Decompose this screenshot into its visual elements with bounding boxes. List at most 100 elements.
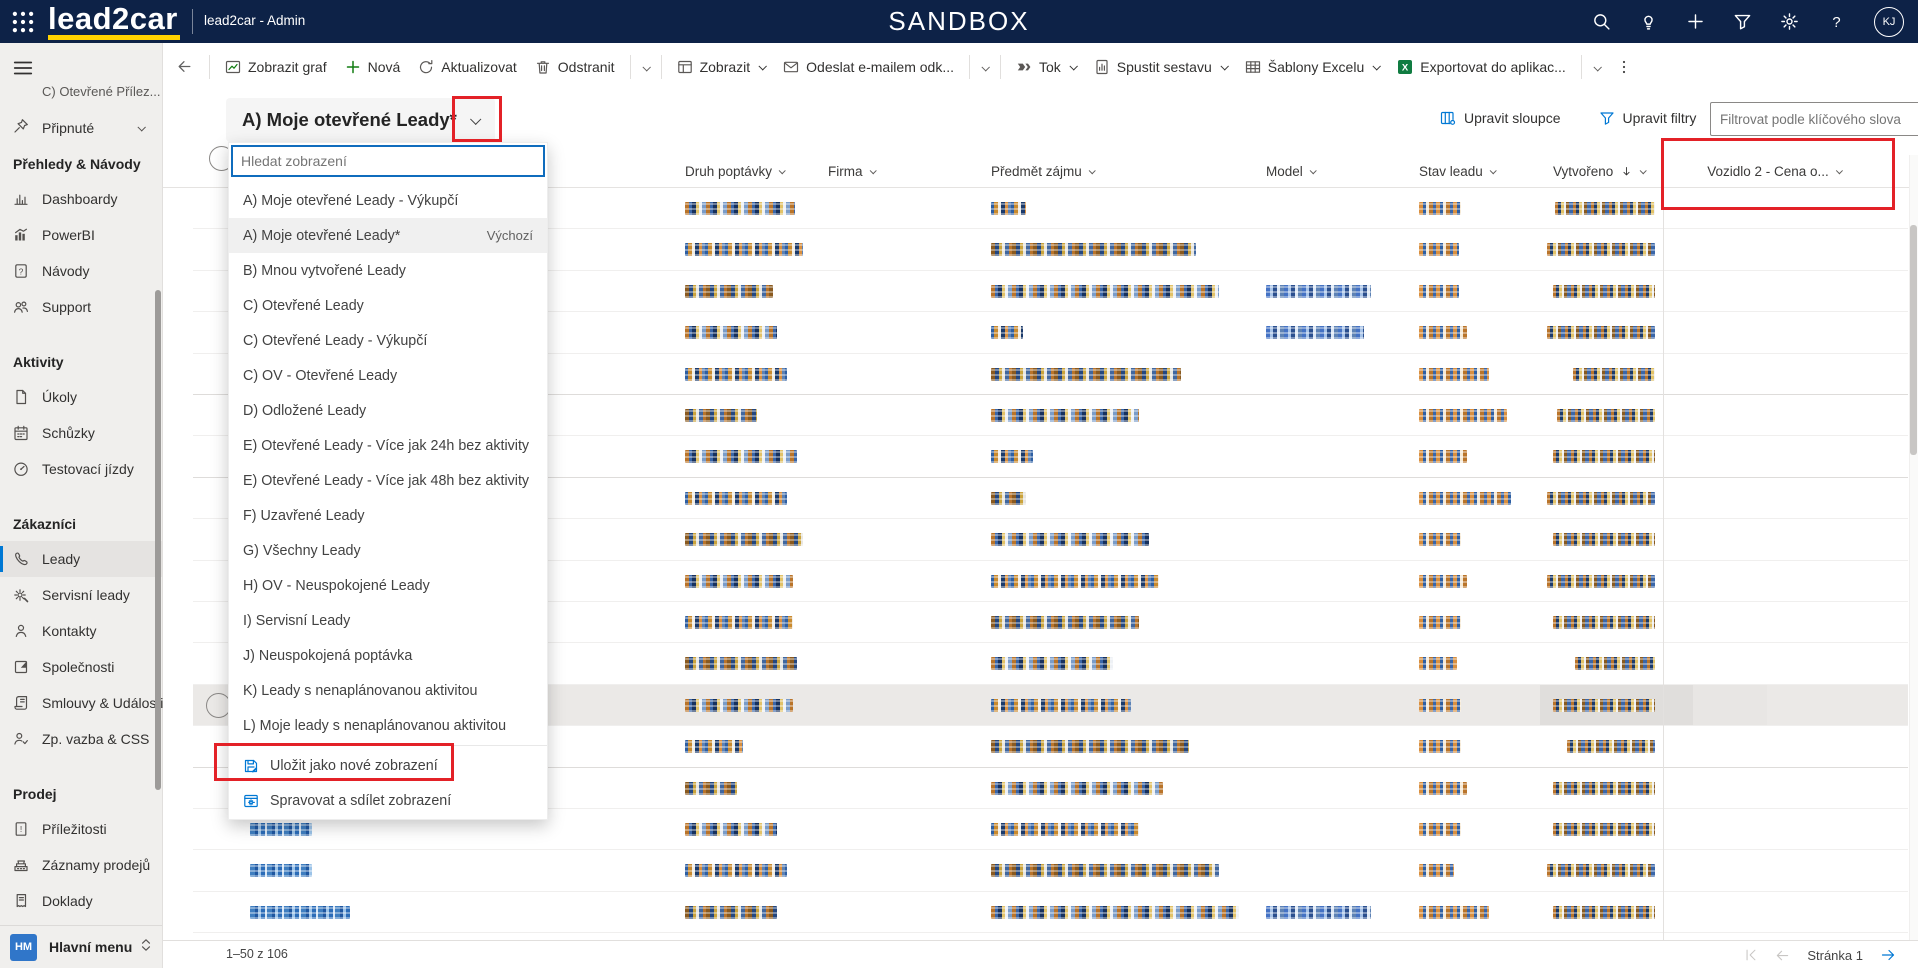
- search-icon[interactable]: [1592, 12, 1611, 31]
- funnel-icon[interactable]: [1733, 12, 1752, 31]
- redacted-cell-vytvoreno: [1547, 326, 1655, 339]
- sidebar-scrollbar[interactable]: [155, 290, 161, 790]
- table-row[interactable]: [193, 892, 1908, 933]
- sidebar-pinned-group[interactable]: Připnuté: [0, 111, 162, 145]
- back-button[interactable]: [169, 52, 199, 82]
- redacted-cell-stav: [1419, 699, 1461, 712]
- sidebar-item--koly[interactable]: Úkoly: [0, 379, 162, 415]
- redacted-cell-druh: [685, 740, 743, 753]
- sidebar-item-support[interactable]: Support: [0, 289, 162, 325]
- task-icon: [13, 389, 29, 405]
- command-odstranit[interactable]: Odstranit: [526, 53, 624, 81]
- help-icon[interactable]: ?: [1827, 12, 1846, 31]
- view-action-spravovat-a-sd-let-zobrazen-[interactable]: Spravovat a sdílet zobrazení: [229, 783, 547, 818]
- command-tok[interactable]: Tok: [1007, 53, 1085, 81]
- sidebar-item-spole-nosti[interactable]: Společnosti: [0, 649, 162, 685]
- view-option[interactable]: K) Leady s nenaplánovanou aktivitou: [229, 673, 547, 708]
- view-option[interactable]: D) Odložené Leady: [229, 393, 547, 428]
- command-aktualizovat[interactable]: Aktualizovat: [409, 53, 525, 81]
- view-option[interactable]: L) Moje leady s nenaplánovanou aktivitou: [229, 708, 547, 743]
- view-selector[interactable]: A) Moje otevřené Leady*: [226, 98, 495, 142]
- sidebar-item-p-le-itosti[interactable]: !Příležitosti: [0, 811, 162, 847]
- command--ablony-excelu[interactable]: Šablony Excelu: [1236, 53, 1389, 81]
- column-header-model[interactable]: Model: [1266, 155, 1315, 188]
- sidebar-item-zp-vazba-css[interactable]: Zp. vazba & CSS: [0, 721, 162, 757]
- view-option[interactable]: I) Servisní Leady: [229, 603, 547, 638]
- redacted-name-link[interactable]: [250, 906, 350, 919]
- column-header-vytvoreno[interactable]: Vytvořeno: [1553, 155, 1645, 188]
- command-spustit-sestavu[interactable]: Spustit sestavu: [1085, 53, 1236, 81]
- area-switcher[interactable]: HM Hlavní menu: [0, 925, 162, 968]
- sidebar-item-smlouvy-ud-losti[interactable]: Smlouvy & Události: [0, 685, 162, 721]
- sidebar-pinned-overflow-item[interactable]: C) Otevřené Přílez...: [42, 84, 160, 99]
- grid-scrollbar-thumb[interactable]: [1910, 225, 1917, 455]
- sidebar-item-z-znamy-prodej-[interactable]: Záznamy prodejů: [0, 847, 162, 883]
- view-option[interactable]: J) Neuspokojená poptávka: [229, 638, 547, 673]
- column-header-vozidlo[interactable]: Vozidlo 2 - Cena o...: [1707, 155, 1841, 188]
- redacted-cell-vytvoreno: [1553, 699, 1655, 712]
- sidebar-item-testovac-j-zdy[interactable]: Testovací jízdy: [0, 451, 162, 487]
- sidebar-item-powerbi[interactable]: PowerBI: [0, 217, 162, 253]
- view-selector-chevron-icon[interactable]: [470, 114, 481, 125]
- keyword-filter-input[interactable]: [1710, 102, 1918, 136]
- command-zobrazit[interactable]: Zobrazit: [668, 53, 775, 81]
- redacted-cell-predmet: [991, 450, 1033, 463]
- view-option[interactable]: F) Uzavřené Leady: [229, 498, 547, 533]
- view-option[interactable]: H) OV - Neuspokojené Leady: [229, 568, 547, 603]
- view-option[interactable]: A) Moje otevřené Leady*Výchozí: [229, 218, 547, 253]
- excel-template-icon: [1245, 59, 1261, 75]
- sidebar-item-servisn-leady[interactable]: Servisní leady: [0, 577, 162, 613]
- pin-icon: [13, 118, 29, 139]
- sidebar-item-dashboardy[interactable]: Dashboardy: [0, 181, 162, 217]
- previous-page-icon[interactable]: [1775, 948, 1790, 963]
- view-option[interactable]: E) Otevřené Leady - Více jak 48h bez akt…: [229, 463, 547, 498]
- grid-scrollbar-track[interactable]: [1909, 155, 1918, 940]
- command-odeslat-e-mailem-odk-[interactable]: Odeslat e-mailem odk...: [774, 53, 963, 81]
- sidebar-item-kontakty[interactable]: Kontakty: [0, 613, 162, 649]
- hamburger-menu-icon[interactable]: [12, 57, 34, 79]
- company-icon: [13, 659, 29, 675]
- split-button-chevron[interactable]: [637, 53, 655, 80]
- sidebar-item-leady[interactable]: Leady: [0, 541, 162, 577]
- redacted-cell-stav: [1419, 533, 1461, 546]
- plus-icon[interactable]: [1686, 12, 1705, 31]
- view-option[interactable]: C) OV - Otevřené Leady: [229, 358, 547, 393]
- column-header-predmet[interactable]: Předmět zájmu: [991, 155, 1094, 188]
- table-row[interactable]: [193, 850, 1908, 891]
- view-option[interactable]: C) Otevřené Leady - Výkupčí: [229, 323, 547, 358]
- guide-icon: ?: [13, 263, 29, 279]
- view-option[interactable]: B) Mnou vytvořené Leady: [229, 253, 547, 288]
- settings-gear-icon[interactable]: [1780, 12, 1799, 31]
- command-exportovat-do-aplikac-[interactable]: XExportovat do aplikac...: [1388, 53, 1575, 81]
- redacted-name-link[interactable]: [250, 864, 312, 877]
- page-label: Stránka 1: [1807, 948, 1863, 963]
- lightbulb-icon[interactable]: [1639, 12, 1658, 31]
- view-option[interactable]: A) Moje otevřené Leady - Výkupčí: [229, 183, 547, 218]
- user-avatar[interactable]: KJ: [1874, 7, 1904, 37]
- column-header-stav[interactable]: Stav leadu: [1419, 155, 1495, 188]
- redacted-cell-vytvoreno: [1547, 492, 1655, 505]
- first-page-icon[interactable]: [1744, 948, 1758, 962]
- view-option[interactable]: G) Všechny Leady: [229, 533, 547, 568]
- column-header-firma[interactable]: Firma: [828, 155, 875, 188]
- view-action-ulo-it-jako-nov-zobrazen-[interactable]: Uložit jako nové zobrazení: [229, 748, 547, 783]
- column-header-druh[interactable]: Druh poptávky: [685, 155, 784, 188]
- next-page-icon[interactable]: [1880, 947, 1896, 963]
- speedometer-icon: [13, 461, 29, 477]
- plus-icon: [1686, 12, 1705, 31]
- redacted-name-link[interactable]: [250, 823, 312, 836]
- sidebar-item-sch-zky[interactable]: Schůzky: [0, 415, 162, 451]
- sidebar-item-doklady[interactable]: Doklady: [0, 883, 162, 919]
- view-option[interactable]: E) Otevřené Leady - Více jak 24h bez akt…: [229, 428, 547, 463]
- split-button-chevron[interactable]: [1588, 53, 1606, 80]
- edit-columns-button[interactable]: Upravit sloupce: [1430, 104, 1571, 132]
- view-option[interactable]: C) Otevřené Leady: [229, 288, 547, 323]
- view-search-input[interactable]: [231, 145, 545, 177]
- edit-filters-button[interactable]: Upravit filtry: [1589, 104, 1707, 132]
- command-nov-[interactable]: Nová: [336, 53, 410, 81]
- area-label: Hlavní menu: [49, 939, 132, 955]
- more-commands-button[interactable]: [1606, 53, 1642, 81]
- split-button-chevron[interactable]: [976, 53, 994, 80]
- command-zobrazit-graf[interactable]: Zobrazit graf: [216, 53, 336, 81]
- sidebar-item-n-vody[interactable]: ?Návody: [0, 253, 162, 289]
